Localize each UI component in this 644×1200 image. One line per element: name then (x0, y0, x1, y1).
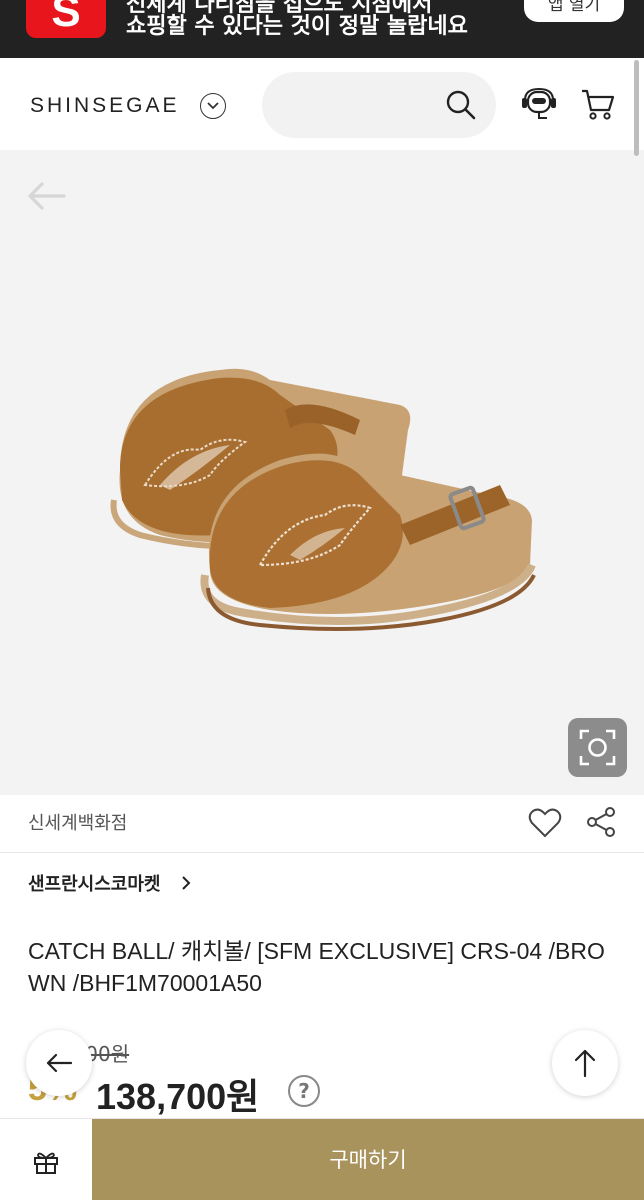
product-photo-clogs (110, 368, 536, 631)
open-app-button[interactable]: 앱 열기 (524, 0, 624, 22)
brand-shop-link[interactable]: 샌프란시스코마켓 (28, 870, 160, 896)
floating-back-button[interactable] (26, 1030, 92, 1096)
heart-icon[interactable] (528, 807, 562, 839)
arrow-up-icon (574, 1049, 596, 1078)
camera-lens-icon (579, 729, 616, 766)
scrollbar[interactable] (634, 60, 639, 156)
search-bar[interactable] (262, 72, 496, 138)
store-row: 신세계백화점 (0, 795, 644, 853)
visual-search-button[interactable] (568, 718, 627, 777)
bottom-action-bar: 구매하기 (0, 1118, 644, 1200)
gift-button[interactable] (0, 1119, 92, 1200)
product-image-area[interactable] (0, 150, 644, 795)
scroll-top-button[interactable] (552, 1030, 618, 1096)
ssg-logo-icon: S (26, 0, 106, 38)
share-icon[interactable] (586, 806, 616, 838)
product-title: CATCH BALL/ 캐치볼/ [SFM EXCLUSIVE] CRS-04 … (28, 938, 605, 996)
cart-icon[interactable] (580, 88, 616, 122)
chevron-right-icon[interactable] (180, 874, 192, 892)
arrow-left-icon[interactable] (26, 180, 66, 212)
brand-menu-chevron-icon[interactable] (200, 93, 226, 119)
promo-text-line2: 쇼핑할 수 있다는 것이 정말 놀랍네요 (126, 14, 468, 39)
site-header: SHINSEGAE (0, 58, 644, 150)
product-page: S 전세계 다리침을 접으도 시점에서 쇼핑할 수 있다는 것이 정말 놀랍네요… (0, 0, 644, 1200)
gift-icon (34, 1152, 58, 1174)
arrow-left-icon (46, 1053, 73, 1073)
buy-button[interactable]: 구매하기 (92, 1119, 644, 1200)
app-promo-banner[interactable]: S 전세계 다리침을 접으도 시점에서 쇼핑할 수 있다는 것이 정말 놀랍네요… (0, 0, 644, 58)
store-name: 신세계백화점 (28, 813, 128, 834)
sale-price: 138,700원 (96, 1076, 260, 1117)
price-help-icon[interactable]: ? (288, 1075, 320, 1107)
search-icon[interactable] (445, 89, 477, 121)
chatbot-icon[interactable] (520, 86, 558, 122)
search-input[interactable] (282, 90, 442, 120)
brand-logo[interactable]: SHINSEGAE (30, 94, 180, 118)
